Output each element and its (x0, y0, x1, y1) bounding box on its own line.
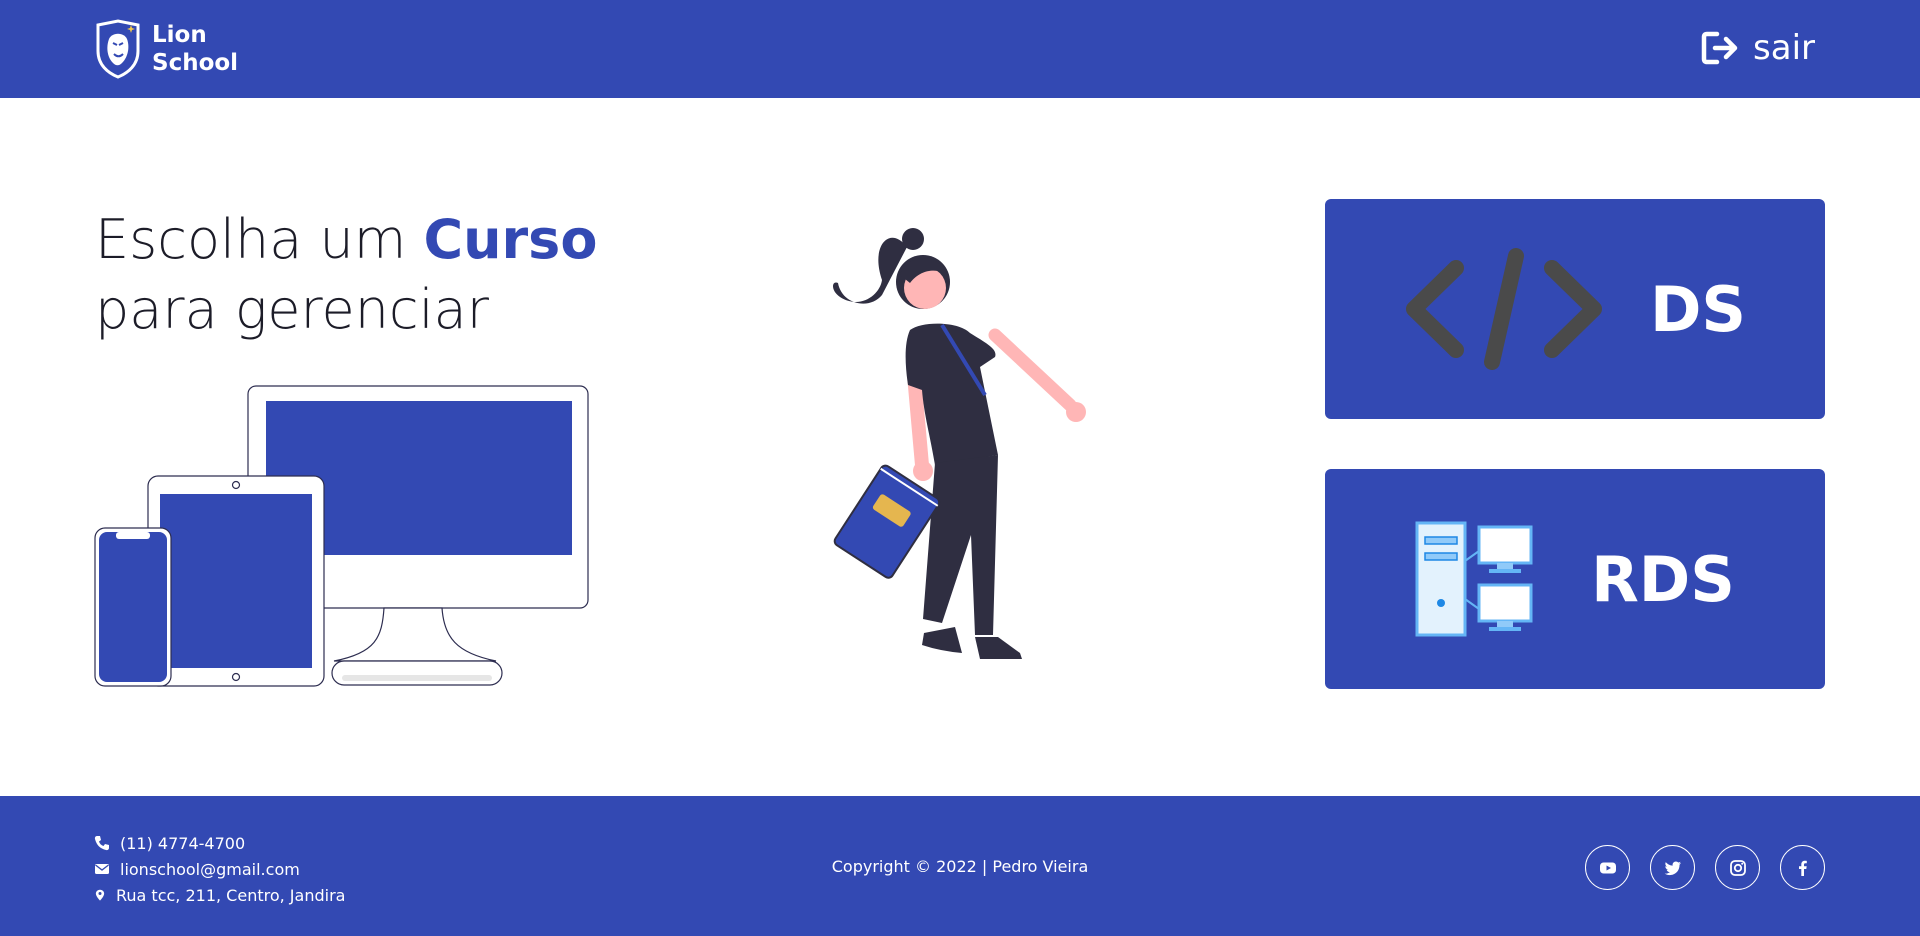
instagram-link[interactable] (1715, 845, 1760, 890)
title-part-2: para gerenciar (95, 278, 489, 341)
code-icon (1405, 248, 1602, 370)
phone-text: (11) 4774-4700 (120, 833, 246, 853)
brand-line-2: School (152, 50, 239, 76)
phone-icon (94, 836, 109, 851)
page-title: Escolha um Curso para gerenciar (95, 205, 597, 345)
contact-phone: (11) 4774-4700 (94, 830, 345, 856)
sign-out-icon (1701, 31, 1738, 65)
lion-logo-icon (96, 19, 140, 79)
address-text: Rua tcc, 211, Centro, Jandira (116, 885, 346, 905)
social-links (1585, 845, 1825, 890)
youtube-link[interactable] (1585, 845, 1630, 890)
course-card-ds[interactable]: DS (1325, 199, 1825, 419)
exit-label: sair (1753, 28, 1815, 68)
footer: (11) 4774-4700 lionschool@gmail.com Rua … (0, 796, 1920, 936)
exit-button[interactable]: sair (1701, 24, 1815, 72)
twitter-icon (1664, 860, 1681, 875)
brand-line-1: Lion (152, 22, 207, 48)
devices-illustration (94, 385, 589, 687)
twitter-link[interactable] (1650, 845, 1695, 890)
location-pin-icon (95, 889, 105, 901)
title-part-1: Escolha um (95, 208, 407, 271)
network-computer-icon (1415, 521, 1533, 637)
header: Lion School sair (0, 0, 1920, 98)
facebook-icon (1798, 860, 1807, 876)
youtube-icon (1599, 862, 1616, 873)
facebook-link[interactable] (1780, 845, 1825, 890)
course-label-rds: RDS (1591, 542, 1735, 616)
contact-address: Rua tcc, 211, Centro, Jandira (94, 882, 345, 908)
course-label-ds: DS (1649, 272, 1747, 346)
title-accent: Curso (423, 208, 598, 271)
course-card-rds[interactable]: RDS (1325, 469, 1825, 689)
instagram-icon (1729, 859, 1746, 876)
person-illustration (833, 228, 1086, 659)
brand-name: Lion School (152, 21, 238, 77)
